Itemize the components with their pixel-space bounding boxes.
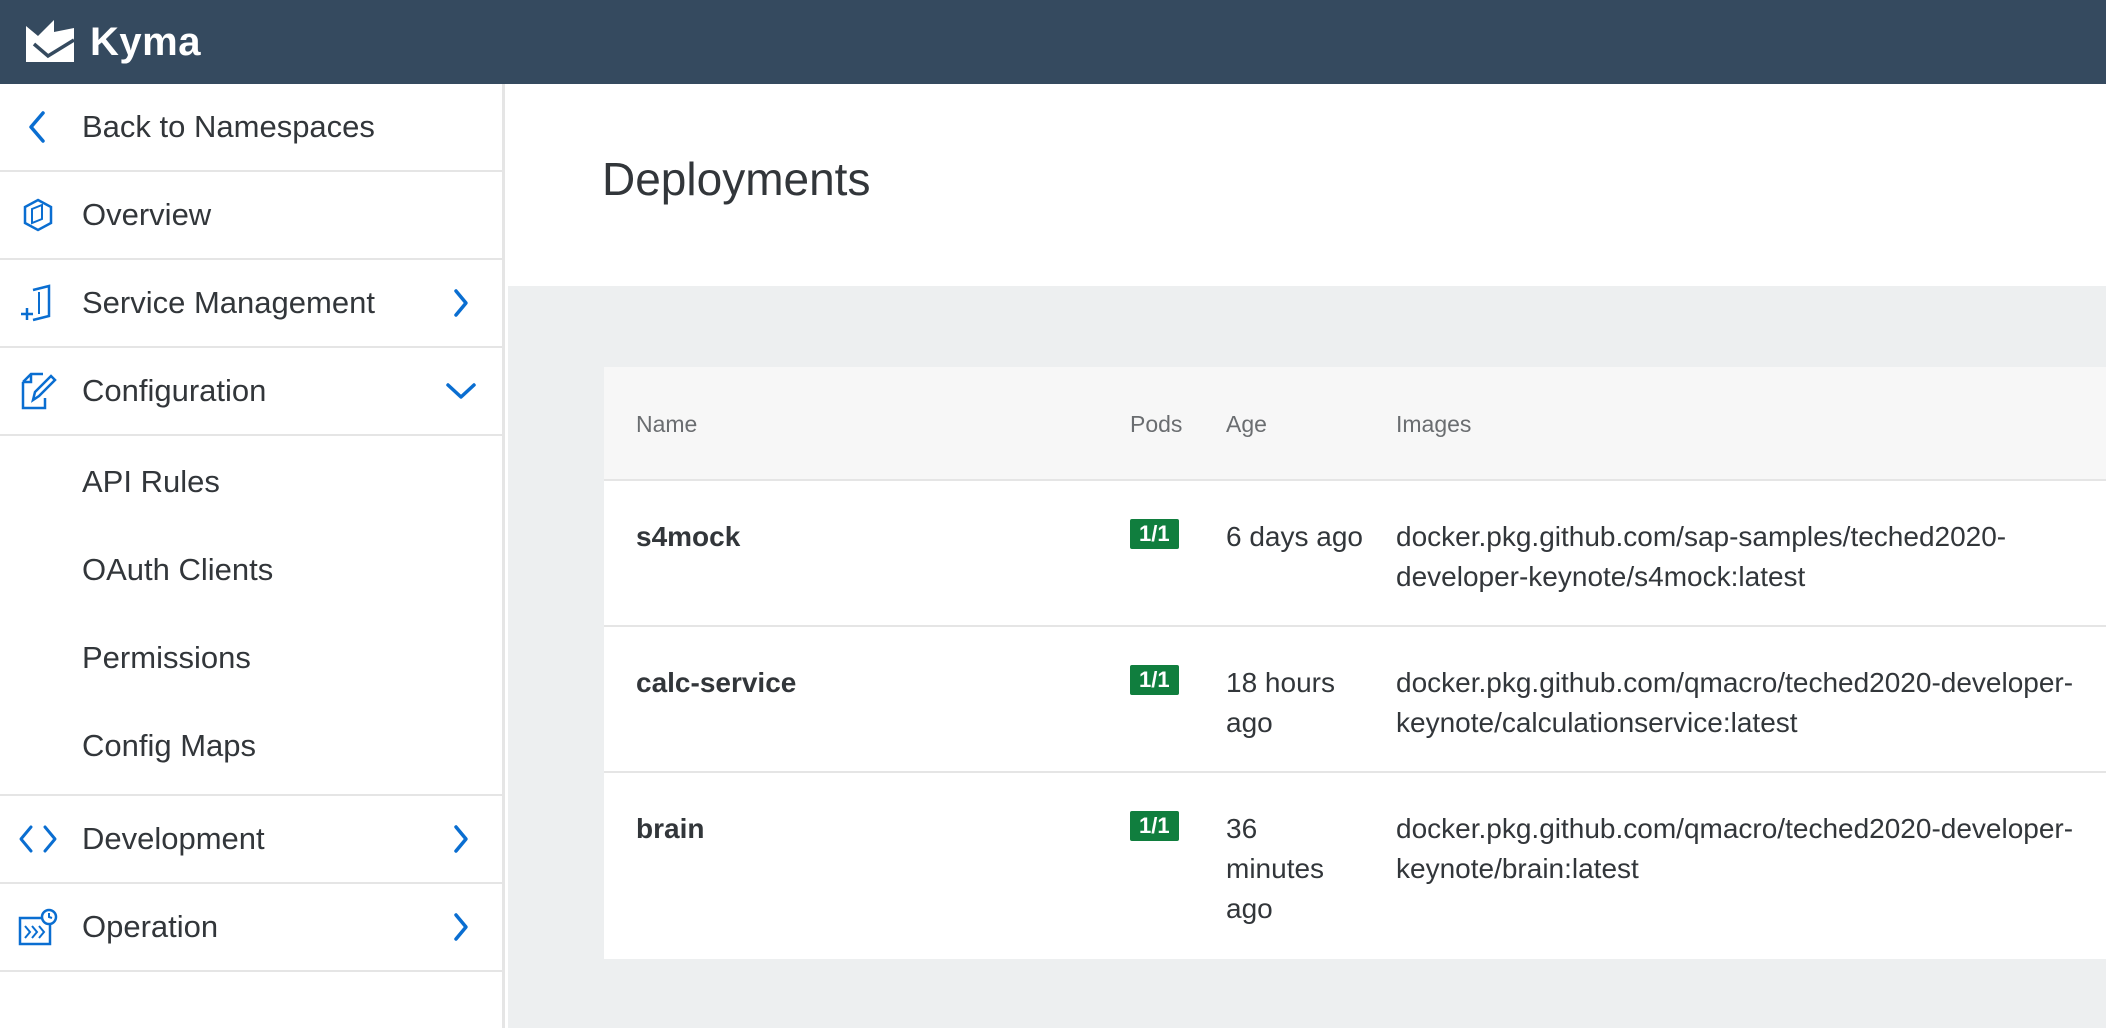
column-header-name[interactable]: Name (636, 411, 697, 438)
table-header: Name Pods Age Images (604, 367, 2106, 481)
back-label: Back to Namespaces (82, 109, 375, 144)
chevron-right-icon (444, 286, 478, 320)
deployment-name[interactable]: brain (636, 809, 704, 849)
main-content: Deployments Name Pods Age Images s4mock … (508, 84, 2106, 1028)
deployment-image: docker.pkg.github.com/qmacro/teched2020-… (1396, 667, 2074, 738)
sidebar-item-oauth-clients[interactable]: OAuth Clients (0, 526, 502, 614)
column-header-age[interactable]: Age (1226, 411, 1376, 438)
kyma-logo-icon[interactable] (24, 20, 76, 64)
sidebar-item-development[interactable]: Development (0, 796, 502, 884)
chevron-right-icon (444, 822, 478, 856)
deployment-age: 18 hours ago (1226, 667, 1335, 738)
chevron-right-icon (444, 910, 478, 944)
back-to-namespaces-link[interactable]: Back to Namespaces (0, 84, 502, 172)
service-management-icon (18, 283, 58, 323)
deployment-image: docker.pkg.github.com/sap-samples/teched… (1396, 521, 2007, 592)
brand-name[interactable]: Kyma (90, 20, 201, 65)
table-row[interactable]: brain 1/1 36 minutes ago docker.pkg.gith… (604, 773, 2106, 957)
configuration-submenu: API Rules OAuth Clients Permissions Conf… (0, 436, 502, 796)
deployment-image: docker.pkg.github.com/qmacro/teched2020-… (1396, 813, 2074, 884)
table-row[interactable]: calc-service 1/1 18 hours ago docker.pkg… (604, 627, 2106, 773)
sidebar-item-overview[interactable]: Overview (0, 172, 502, 260)
deployment-age: 36 minutes ago (1226, 813, 1325, 924)
pods-status-badge: 1/1 (1130, 519, 1179, 549)
configuration-icon (18, 371, 58, 411)
chevron-down-icon (444, 374, 478, 408)
deployment-name[interactable]: s4mock (636, 517, 740, 557)
sidebar-item-label: Overview (82, 197, 212, 232)
operation-icon (18, 907, 58, 947)
sidebar-item-config-maps[interactable]: Config Maps (0, 702, 502, 790)
sidebar-item-service-management[interactable]: Service Management (0, 260, 502, 348)
sidebar-item-operation[interactable]: Operation (0, 884, 502, 972)
sidebar-item-label: Configuration (82, 373, 267, 408)
chevron-left-icon (18, 107, 58, 147)
column-header-images[interactable]: Images (1396, 411, 2096, 438)
pods-status-badge: 1/1 (1130, 665, 1179, 695)
table-row[interactable]: s4mock 1/1 6 days ago docker.pkg.github.… (604, 481, 2106, 627)
overview-icon (18, 195, 58, 235)
development-icon (18, 819, 58, 859)
page-header: Deployments (508, 84, 2106, 286)
sidebar-item-api-rules[interactable]: API Rules (0, 438, 502, 526)
sidebar-item-permissions[interactable]: Permissions (0, 614, 502, 702)
sidebar-item-label: Operation (82, 909, 219, 944)
sidebar-item-label: Service Management (82, 285, 375, 320)
sidebar-item-configuration[interactable]: Configuration (0, 348, 502, 436)
sidebar-item-label: Development (82, 821, 265, 856)
deployment-age: 6 days ago (1226, 521, 1363, 552)
deployment-name[interactable]: calc-service (636, 663, 796, 703)
top-bar: Kyma (0, 0, 2106, 84)
deployments-table: Name Pods Age Images s4mock 1/1 6 days a… (604, 367, 2106, 959)
column-header-pods[interactable]: Pods (1130, 411, 1182, 438)
pods-status-badge: 1/1 (1130, 811, 1179, 841)
page-title: Deployments (602, 153, 871, 205)
sidebar-nav: Back to Namespaces Overview Service Mana… (0, 84, 505, 1028)
